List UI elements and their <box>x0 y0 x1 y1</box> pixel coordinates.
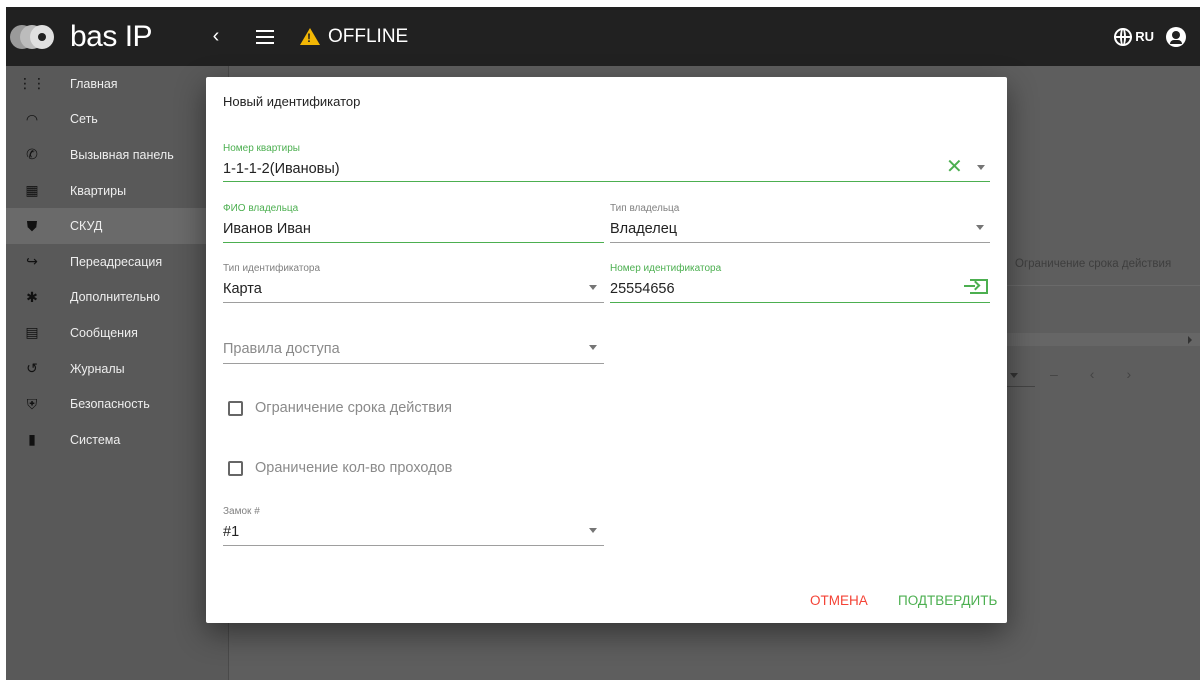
chevron-down-icon[interactable] <box>977 165 985 170</box>
phone-forward-icon: ↪ <box>26 253 38 270</box>
sidebar-item[interactable]: ▤ Сообщения <box>6 315 228 351</box>
sidebar-item-label: Безопасность <box>70 397 150 412</box>
login-icon[interactable] <box>964 279 988 294</box>
sidebar-item[interactable]: ⛊ СКУД <box>6 208 228 244</box>
validity-limit-checkbox[interactable]: Ограничение срока действия <box>228 400 452 416</box>
owner-type-select[interactable]: Тип владельца Владелец <box>610 203 990 243</box>
lock-label: Замок # <box>223 506 260 517</box>
rows-per-page-underline <box>1007 386 1035 387</box>
access-rules-placeholder: Правила доступа <box>223 341 340 357</box>
pagination: – ‹ › <box>1010 366 1131 382</box>
id-type-label: Тип идентификатора <box>223 263 321 274</box>
header-actions: RU <box>1114 26 1186 47</box>
hamburger-icon[interactable] <box>256 29 274 44</box>
gear-icon: ✱ <box>26 288 38 305</box>
owner-name-value: Иванов Иван <box>223 221 311 237</box>
phone-icon: ✆ <box>26 146 38 163</box>
apartment-value: 1-1-1-2(Ивановы) <box>223 161 340 177</box>
apartment-label: Номер квартиры <box>223 143 300 154</box>
checkbox-icon[interactable] <box>228 460 243 476</box>
cancel-button[interactable]: ОТМЕНА <box>810 593 868 608</box>
sidebar-item[interactable]: ⛨ Безопасность <box>6 386 228 422</box>
scroll-right-icon[interactable] <box>1188 336 1192 344</box>
logo-text: bas IP <box>70 19 153 53</box>
id-type-select[interactable]: Тип идентификатора Карта <box>223 263 604 303</box>
owner-name-field[interactable]: ФИО владельца Иванов Иван <box>223 203 604 243</box>
rows-per-page-caret-icon[interactable] <box>1010 373 1018 378</box>
sidebar-item-label: Сообщения <box>70 325 138 340</box>
sidebar-item-label: Квартиры <box>70 183 127 198</box>
sidebar-item-label: СКУД <box>70 219 103 234</box>
lock-select[interactable]: Замок # #1 <box>223 506 604 546</box>
sidebar-item-label: Переадресация <box>70 254 163 269</box>
account-icon[interactable] <box>1166 26 1186 47</box>
sidebar-item[interactable]: ⋮⋮ Главная <box>6 66 228 102</box>
logo: bas IP <box>10 20 170 54</box>
id-type-value: Карта <box>223 281 262 297</box>
wifi-icon: ◠ <box>25 110 39 127</box>
sidebar-item-label: Журналы <box>70 361 125 376</box>
chevron-down-icon[interactable] <box>589 285 597 290</box>
table-scrollbar[interactable] <box>1007 333 1200 346</box>
sidebar-item-label: Дополнительно <box>70 290 160 305</box>
sidebar-item[interactable]: ▮ Система <box>6 422 228 458</box>
sidebar-item-label: Сеть <box>70 112 98 127</box>
language-selector[interactable]: RU <box>1135 29 1154 44</box>
owner-type-label: Тип владельца <box>610 203 680 214</box>
validity-limit-label: Ограничение срока действия <box>255 400 452 416</box>
globe-icon[interactable] <box>1114 27 1133 46</box>
message-icon: ▤ <box>25 324 39 341</box>
id-number-label: Номер идентификатора <box>610 263 722 274</box>
confirm-button[interactable]: ПОДТВЕРДИТЬ <box>898 593 997 608</box>
checkbox-icon[interactable] <box>228 400 243 416</box>
device-icon: ▮ <box>28 431 36 448</box>
id-number-value: 25554656 <box>610 281 675 297</box>
connection-status: OFFLINE <box>300 26 408 48</box>
sidebar-item[interactable]: ✱ Дополнительно <box>6 280 228 316</box>
next-page-icon[interactable]: › <box>1126 366 1131 382</box>
security-icon: ⛨ <box>26 395 38 412</box>
app-header: bas IP ‹ OFFLINE RU <box>6 7 1200 66</box>
sidebar-item[interactable]: ◠ Сеть <box>6 102 228 138</box>
shield-check-icon: ⛊ <box>26 217 38 234</box>
warning-icon <box>300 28 320 45</box>
clear-icon[interactable]: ✕ <box>946 157 963 177</box>
dialog-title: Новый идентификатор <box>223 94 361 109</box>
grid-icon: ⋮⋮ <box>18 75 46 92</box>
sidebar: ⋮⋮ Главная ◠ Сеть ✆ Вызывная панель ▦ Квартиры ⛊… <box>6 66 229 680</box>
sidebar-item-label: Главная <box>70 76 118 91</box>
apartment-select[interactable]: Номер квартиры 1-1-1-2(Ивановы) ✕ <box>223 143 990 182</box>
logo-mark <box>10 22 68 52</box>
table-divider <box>1007 285 1200 286</box>
chevron-down-icon[interactable] <box>589 528 597 533</box>
table-column-header: Ограничение срока действия <box>1015 258 1172 270</box>
chevron-left-icon[interactable]: ‹ <box>204 25 228 48</box>
sidebar-item[interactable]: ↺ Журналы <box>6 351 228 387</box>
pass-limit-checkbox[interactable]: Ораничение кол-во проходов <box>228 460 452 476</box>
new-identifier-dialog: Новый идентификатор Номер квартиры 1-1-1… <box>206 77 1007 623</box>
status-text: OFFLINE <box>328 25 409 47</box>
prev-page-icon[interactable]: ‹ <box>1090 366 1095 382</box>
building-icon: ▦ <box>25 182 39 199</box>
pagination-dash: – <box>1050 366 1058 382</box>
chevron-down-icon[interactable] <box>976 225 984 230</box>
sidebar-item-label: Вызывная панель <box>70 147 174 162</box>
access-rules-select[interactable]: Правила доступа <box>223 323 604 364</box>
sidebar-item[interactable]: ▦ Квартиры <box>6 173 228 209</box>
id-number-field[interactable]: Номер идентификатора 25554656 <box>610 263 990 303</box>
sidebar-item[interactable]: ✆ Вызывная панель <box>6 137 228 173</box>
lock-value: #1 <box>223 524 240 540</box>
owner-type-value: Владелец <box>610 221 678 237</box>
sidebar-item[interactable]: ↪ Переадресация <box>6 244 228 280</box>
chevron-down-icon[interactable] <box>589 345 597 350</box>
history-icon: ↺ <box>26 360 38 377</box>
sidebar-item-label: Система <box>70 432 121 447</box>
owner-name-label: ФИО владельца <box>223 203 299 214</box>
pass-limit-label: Ораничение кол-во проходов <box>255 460 453 476</box>
